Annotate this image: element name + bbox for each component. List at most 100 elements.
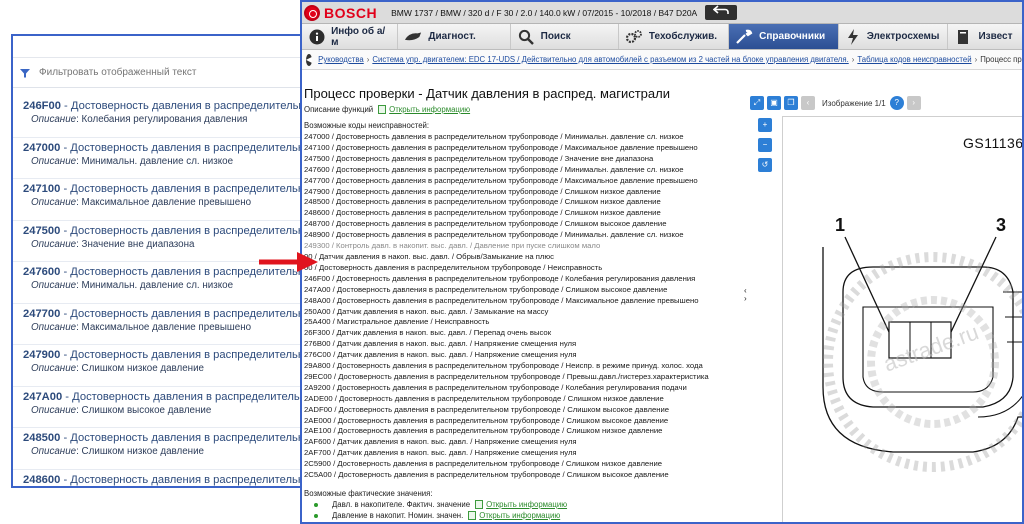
actual-values-label: Возможные фактические значения:: [304, 489, 433, 498]
fault-title: - Достоверность давления в распределител…: [60, 432, 321, 444]
list-item[interactable]: 247100 - Достоверность давления в распре…: [13, 179, 321, 221]
fault-code: 246F00: [23, 100, 61, 112]
breadcrumb-link-system[interactable]: Система упр. двигателем: EDC 17-UDS / Де…: [372, 55, 848, 64]
tab-vehicle-info[interactable]: Инфо об а/м: [302, 24, 399, 49]
open-info-link[interactable]: Открыть информацию: [479, 511, 560, 520]
bullet-icon: [314, 513, 318, 518]
next-image-icon[interactable]: ›: [906, 96, 921, 110]
filter-row: [13, 58, 321, 88]
help-icon[interactable]: ?: [889, 96, 904, 110]
fault-code-line: 276C00 / Датчик давления в накоп. выс. д…: [304, 350, 577, 360]
breadcrumb: ◀ Руководства › Система упр. двигателем:…: [302, 50, 1022, 70]
list-item[interactable]: 247700 - Достоверность давления в распре…: [13, 304, 321, 345]
bosch-brand: BOSCH: [324, 4, 378, 21]
list-item-title: 248500 - Достоверность давления в распре…: [23, 432, 321, 444]
fault-code: 247A00: [23, 390, 63, 403]
fault-code-line: 00 / Датчик давления в накоп. выс. давл.…: [304, 251, 554, 261]
description-label: Описание: [31, 155, 77, 167]
description-value: : Максимальное давление превышено: [76, 197, 252, 208]
info-icon: [308, 28, 325, 46]
reset-zoom-icon[interactable]: ↺: [758, 158, 772, 172]
tab-diagnosis[interactable]: Диагност.: [398, 24, 511, 49]
zoom-in-icon[interactable]: +: [758, 118, 772, 132]
bullet-icon: [314, 502, 318, 507]
filter-input[interactable]: [39, 67, 299, 78]
fault-code-line: 247000 / Достоверность давления в распре…: [304, 132, 684, 141]
function-description-row: Описание функций Открыть информацию: [304, 105, 744, 114]
list-item[interactable]: 247900 - Достоверность давления в распре…: [13, 345, 321, 387]
breadcrumb-link-fault-table[interactable]: Таблица кодов неисправностей: [857, 55, 971, 64]
fault-code-list: 246F00 - Достоверность давления в распре…: [13, 88, 321, 487]
description-value: : Слишком низкое давление: [76, 446, 205, 457]
tab-service[interactable]: Техобслужив.: [618, 24, 730, 49]
list-item-title: 246F00 - Достоверность давления в распре…: [23, 100, 321, 112]
test-procedure-content: Процесс проверки - Датчик давления в рас…: [302, 72, 744, 522]
list-item-title: 247700 - Достоверность давления в распре…: [23, 308, 321, 320]
page-title: Процесс проверки - Датчик давления в рас…: [304, 86, 670, 101]
fault-code-line: 29A800 / Достоверность давления в распре…: [304, 361, 703, 371]
list-item-description: Описание: Минимальн. давление сл. низкое: [23, 280, 321, 291]
fault-code-line: 2ADF00 / Достоверность давления в распре…: [304, 404, 670, 414]
tab-wiring[interactable]: Электросхемы: [839, 24, 949, 49]
fault-code: 247100: [23, 183, 61, 195]
prev-image-icon[interactable]: ‹: [801, 96, 815, 110]
red-arrow-icon: [259, 252, 318, 272]
description-label: Описание: [31, 280, 77, 291]
tab-label: Диагност.: [428, 31, 476, 42]
screenshot-stage: 246F00 - Достоверность давления в распре…: [0, 0, 1024, 524]
breadcrumb-link-manuals[interactable]: Руководства: [318, 55, 364, 64]
fault-code-line: 2AF600 / Датчик давления в накоп. выс. д…: [304, 437, 577, 447]
list-item[interactable]: 246F00 - Достоверность давления в распре…: [13, 96, 321, 138]
fault-code-line: 2AF700 / Датчик давления в накоп. выс. д…: [304, 448, 577, 458]
main-tab-bar: Инфо об а/м Диагност. Поиск Техобслужив.…: [302, 24, 1022, 50]
fault-title: - Достоверность давления в распределител…: [60, 307, 321, 320]
fault-title: - Достоверность давления в распределител…: [60, 183, 321, 195]
tab-label: Поиск: [540, 31, 571, 42]
fullscreen-icon[interactable]: ⤢: [750, 96, 764, 110]
fault-title: - Достоверность давления в распределител…: [60, 141, 321, 154]
bosch-esitronic-window: BOSCH BMW 1737 / BMW / 320 d / F 30 / 2.…: [300, 0, 1024, 524]
tab-known-issues[interactable]: Извест: [948, 24, 1022, 49]
back-button[interactable]: [705, 5, 738, 20]
open-info-link[interactable]: Открыть информацию: [486, 500, 567, 509]
description-label: Описание: [31, 446, 77, 457]
image-viewer: ⤢ ▣ ❐ ‹ Изображение 1/1 ? › + − ↺ GS1113…: [750, 94, 1022, 522]
open-window-icon[interactable]: ▣: [767, 96, 781, 110]
fault-code: 247500: [23, 224, 61, 237]
tab-label: Извест: [978, 31, 1013, 42]
fault-code-lines: 247000 / Достоверность давления в распре…: [304, 132, 744, 481]
fault-code: 248500: [23, 432, 61, 444]
fault-code: 247000: [23, 141, 61, 154]
zoom-out-icon[interactable]: −: [758, 138, 772, 152]
open-info-link[interactable]: Открыть информацию: [389, 105, 470, 114]
list-item[interactable]: 247000 - Достоверность давления в распре…: [13, 138, 321, 179]
fault-code-line: 248500 / Достоверность давления в распре…: [304, 197, 661, 207]
document-icon: [468, 511, 477, 520]
breadcrumb-separator: ›: [851, 55, 855, 64]
actual-values-list: Давл. в накопителе. Фактич. значение Откр…: [304, 500, 744, 520]
description-label: Описание: [31, 404, 77, 416]
fault-code-line: 248900 / Достоверность давления в распре…: [304, 230, 684, 240]
list-item-description: Описание: Значение вне диапазона: [23, 239, 321, 250]
fault-code: 247700: [23, 307, 61, 320]
tab-search[interactable]: Поиск: [510, 24, 619, 49]
fault-title: - Достоверность давления в распределител…: [60, 224, 321, 237]
description-value: : Максимальное давление превышено: [76, 321, 252, 333]
callout-1-line: [844, 236, 890, 333]
tab-references[interactable]: Справочники: [729, 24, 840, 49]
viewer-toolbar: ⤢ ▣ ❐ ‹ Изображение 1/1 ? ›: [750, 94, 1022, 112]
description-label: Описание: [31, 321, 77, 333]
search-icon: [517, 28, 535, 46]
list-item-title: 247A00 - Достоверность давления в распре…: [23, 391, 321, 403]
list-item[interactable]: 247A00 - Достоверность давления в распре…: [13, 387, 321, 428]
list-item[interactable]: 248600 - Достоверность давления в распре…: [13, 470, 321, 487]
fault-code-line: 249300 / Контроль давл. в накопит. выс. …: [304, 241, 601, 251]
list-item[interactable]: 248500 - Достоверность давления в распре…: [13, 428, 321, 470]
fault-code: 247600: [23, 266, 61, 278]
actual-value-row: Давление в накопит. Номин. значен. Открыт…: [304, 511, 744, 520]
list-item-description: Описание: Максимальное давление превышен…: [23, 197, 321, 208]
fault-code-line: 247100 / Достоверность давления в распре…: [304, 142, 698, 152]
breadcrumb-back-icon[interactable]: ◀: [306, 53, 313, 66]
vehicle-info: BMW 1737 / BMW / 320 d / F 30 / 2.0 / 14…: [391, 7, 698, 18]
copy-icon[interactable]: ❐: [784, 96, 798, 110]
